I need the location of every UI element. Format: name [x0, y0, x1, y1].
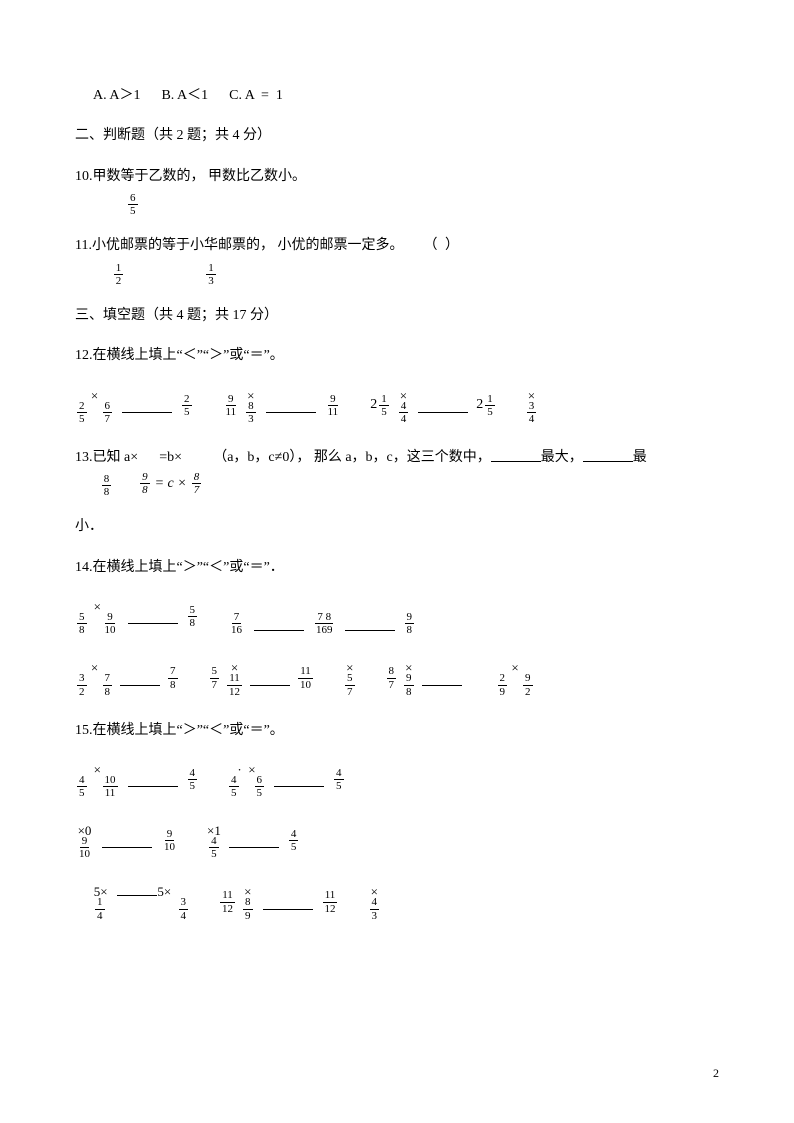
- q12-row: × 25 67 25 911 × 83 911 2 15: [75, 386, 719, 425]
- q14-row2: × 32 78 78 57 × 1112 1110 × 57: [75, 658, 719, 697]
- q9-text: A. A＞1 B. A＜1 C. A = 1: [93, 85, 283, 107]
- q10-post: ， 甲数比乙数小。: [191, 166, 307, 188]
- q15-row1: × 45 1011 45 · × 45 65 45: [75, 760, 719, 799]
- q11-f2: 1 3: [206, 262, 216, 287]
- q13-blank1[interactable]: [491, 447, 541, 462]
- q12-item1: × 25 67 25: [75, 386, 194, 425]
- q14-r1-i2: 716 7 8169 98: [227, 611, 416, 636]
- q13-mid2: （a，b，c≠0）， 那么 a，b，c，这三个数中，: [213, 447, 491, 469]
- q13-line2: 小．: [75, 516, 719, 538]
- q14-blank1[interactable]: [128, 609, 178, 624]
- q14-r2-i2: 57 × 1112 1110: [208, 658, 316, 697]
- q11-f1: 1 2: [114, 262, 124, 287]
- q12-title: 12.在横线上填上“＜”“＞”或“＝”。: [75, 345, 719, 367]
- q10: 10.甲数等于乙数的 6 5 ， 甲数比乙数小。: [75, 166, 719, 218]
- q15-r3-i2: 1112 × 89 1112: [218, 882, 340, 921]
- q13: 13.已知 a× 88 =b× 98 = c × 87 （a，b，c≠0）， 那…: [75, 447, 719, 499]
- q14-blank3[interactable]: [345, 616, 395, 631]
- q10-frac: 6 5: [128, 192, 138, 217]
- q15-blank1[interactable]: [128, 772, 178, 787]
- page-content: A. A＞1 B. A＜1 C. A = 1 二、判断题（共 2 题；共 4 分…: [0, 0, 794, 984]
- q15-blank3[interactable]: [102, 833, 152, 848]
- q12-item3: 2 15 × 44 2 15: [370, 386, 497, 425]
- q14-row1: × 58 910 58 716 7 8169 98: [75, 597, 719, 636]
- q15-title: 15.在横线上填上“＞”“＜”或“＝”。: [75, 720, 719, 742]
- q15-r2-i2: ×1 45 45: [207, 821, 300, 860]
- q14-blank4[interactable]: [120, 671, 160, 686]
- q14-r2-i4: 87 × 98: [385, 658, 468, 697]
- q15-r1-i2: · × 45 65 45: [227, 760, 346, 799]
- q14-r2-i3: × 57: [343, 658, 357, 697]
- q14-r2-i5: × 29 92: [496, 658, 535, 697]
- q10-col1: 10.甲数等于乙数的 6 5: [75, 166, 191, 218]
- q15-blank2[interactable]: [274, 772, 324, 787]
- q11-post: ， 小优的邮票一定多。: [260, 235, 404, 257]
- q13-col1: 13.已知 a× 88: [75, 447, 138, 499]
- q14-blank6[interactable]: [422, 671, 462, 686]
- q12-blank1[interactable]: [122, 398, 172, 413]
- q11-col1: 11.小优邮票的 1 2: [75, 235, 162, 287]
- q15-blank4[interactable]: [229, 833, 279, 848]
- q12-blank2[interactable]: [266, 398, 316, 413]
- sec3-text: 三、填空题（共 4 题；共 17 分）: [75, 305, 278, 327]
- q11-paren: （ ）: [423, 235, 461, 257]
- page-number: 2: [713, 1064, 719, 1083]
- q14-blank5[interactable]: [250, 671, 290, 686]
- q15-row3: 5× 5× 14 34 1112 × 89 1112 × 43: [75, 882, 719, 921]
- q15-blank6[interactable]: [263, 895, 313, 910]
- q11: 11.小优邮票的 1 2 等于小华邮票的 1 3 ， 小优的邮票一定多。 （ ）: [75, 235, 719, 287]
- q12-blank3[interactable]: [418, 398, 468, 413]
- q15-r2-i1: ×0 910 910: [75, 821, 179, 860]
- q14-title: 14.在横线上填上“＞”“＜”或“＝”．: [75, 557, 719, 579]
- q15-r3-i3: × 43: [368, 882, 382, 921]
- q11-col2: 等于小华邮票的 1 3: [162, 235, 260, 287]
- q14-blank2[interactable]: [254, 616, 304, 631]
- q15-r3-i1: 5× 5× 14 34: [75, 882, 190, 921]
- q9-options: A. A＞1 B. A＜1 C. A = 1: [75, 85, 719, 107]
- section-3-header: 三、填空题（共 4 题；共 17 分）: [75, 305, 719, 327]
- q13-col2: =b× 98 = c × 87: [138, 447, 203, 497]
- q12-item4: × 34: [525, 386, 539, 425]
- q14-r1-i1: × 58 910 58: [75, 597, 199, 636]
- sec2-text: 二、判断题（共 2 题；共 4 分）: [75, 125, 271, 147]
- q15-blank5[interactable]: [117, 882, 157, 896]
- q15-r1-i1: × 45 1011 45: [75, 760, 199, 799]
- section-2-header: 二、判断题（共 2 题；共 4 分）: [75, 125, 719, 147]
- q13-blank2[interactable]: [583, 447, 633, 462]
- q12-item2: 911 × 83 911: [222, 386, 343, 425]
- q14-r2-i1: × 32 78 78: [75, 658, 180, 697]
- q15-row2: ×0 910 910 ×1 45 45: [75, 821, 719, 860]
